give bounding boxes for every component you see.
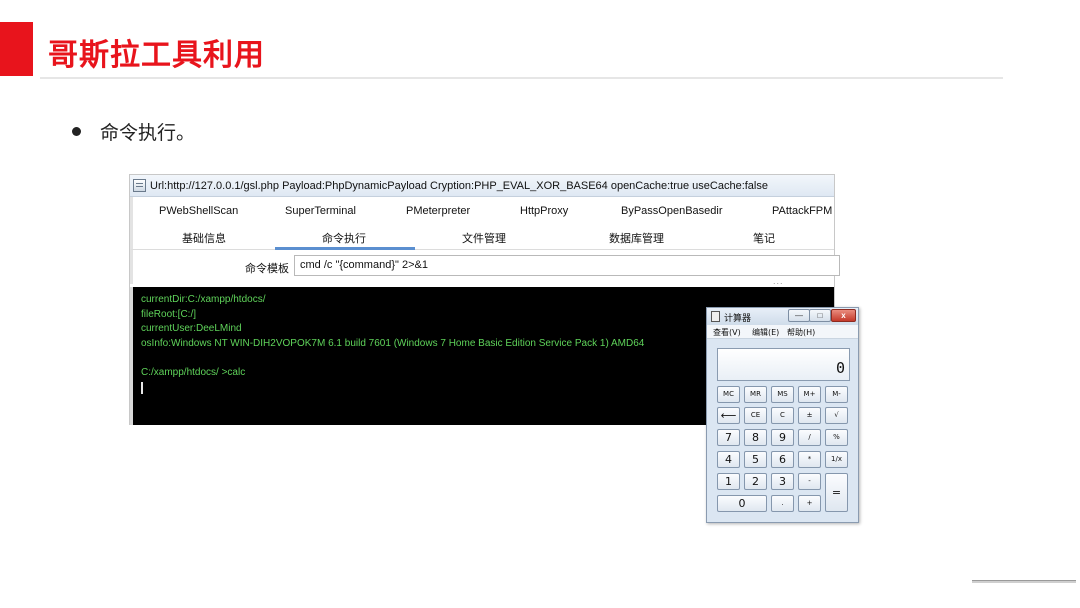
tab-basic-info[interactable]: 基础信息 bbox=[182, 230, 226, 246]
reciprocal-button[interactable]: 1/x bbox=[825, 451, 848, 468]
title-divider bbox=[40, 77, 1003, 79]
mc-button[interactable]: MC bbox=[717, 386, 740, 403]
calculator-menubar: 查看(V) 编辑(E) 帮助(H) bbox=[707, 325, 858, 339]
tab-httpproxy[interactable]: HttpProxy bbox=[520, 205, 568, 217]
ms-button[interactable]: MS bbox=[771, 386, 794, 403]
command-template-row: 命令模板 cmd /c "{command}" 2>&1 ... bbox=[130, 250, 840, 286]
slide-title: 哥斯拉工具利用 bbox=[48, 38, 265, 73]
minimize-button[interactable]: — bbox=[788, 309, 810, 322]
tab-file-manager[interactable]: 文件管理 bbox=[462, 230, 506, 246]
equals-button[interactable]: = bbox=[825, 473, 848, 512]
digit-2-button[interactable]: 2 bbox=[744, 473, 767, 490]
bullet-dot-icon bbox=[72, 127, 81, 136]
plugin-tab-bar: PWebShellScan SuperTerminal PMeterpreter… bbox=[130, 197, 834, 224]
digit-6-button[interactable]: 6 bbox=[771, 451, 794, 468]
digit-4-button[interactable]: 4 bbox=[717, 451, 740, 468]
terminal-line-current-dir: currentDir:C:/xampp/htdocs/ bbox=[141, 294, 266, 305]
menu-edit[interactable]: 编辑(E) bbox=[752, 327, 779, 338]
tab-command-exec[interactable]: 命令执行 bbox=[322, 230, 366, 246]
terminal-cursor bbox=[141, 382, 143, 394]
calculator-display: 0 bbox=[717, 348, 850, 381]
command-template-label: 命令模板 bbox=[245, 262, 289, 275]
ce-button[interactable]: CE bbox=[744, 407, 767, 424]
tool-window-title: Url:http://127.0.0.1/gsl.php Payload:Php… bbox=[150, 179, 768, 192]
window-app-icon bbox=[133, 179, 146, 192]
tab-pattackfpm[interactable]: PAttackFPM bbox=[772, 205, 832, 217]
calculator-title: 计算器 bbox=[724, 314, 752, 324]
backspace-button[interactable]: ⟵ bbox=[717, 407, 740, 424]
digit-1-button[interactable]: 1 bbox=[717, 473, 740, 490]
tab-pwebshellscan[interactable]: PWebShellScan bbox=[159, 205, 238, 217]
sign-button[interactable]: ± bbox=[798, 407, 821, 424]
more-indicator[interactable]: ... bbox=[773, 276, 784, 286]
decimal-button[interactable]: . bbox=[771, 495, 794, 512]
tab-bypassopenbasedir[interactable]: ByPassOpenBasedir bbox=[621, 205, 723, 217]
calculator-titlebar[interactable]: 计算器 — □ x bbox=[707, 308, 858, 325]
calculator-window: 计算器 — □ x 查看(V) 编辑(E) 帮助(H) 0 MC MR MS M… bbox=[706, 307, 859, 523]
multiply-button[interactable]: * bbox=[798, 451, 821, 468]
mr-button[interactable]: MR bbox=[744, 386, 767, 403]
m-plus-button[interactable]: M+ bbox=[798, 386, 821, 403]
digit-0-button[interactable]: 0 bbox=[717, 495, 767, 512]
bullet-item: 命令执行。 bbox=[72, 118, 195, 145]
menu-help[interactable]: 帮助(H) bbox=[787, 327, 815, 338]
percent-button[interactable]: % bbox=[825, 429, 848, 446]
tab-pmeterpreter[interactable]: PMeterpreter bbox=[406, 205, 470, 217]
digit-8-button[interactable]: 8 bbox=[744, 429, 767, 446]
minus-button[interactable]: - bbox=[798, 473, 821, 490]
menu-view[interactable]: 查看(V) bbox=[713, 327, 741, 338]
close-button[interactable]: x bbox=[831, 309, 856, 322]
digit-5-button[interactable]: 5 bbox=[744, 451, 767, 468]
plus-button[interactable]: + bbox=[798, 495, 821, 512]
calculator-app-icon bbox=[711, 311, 720, 322]
sqrt-button[interactable]: √ bbox=[825, 407, 848, 424]
bullet-text: 命令执行。 bbox=[100, 122, 196, 144]
tab-notes[interactable]: 笔记 bbox=[753, 230, 775, 246]
divide-button[interactable]: / bbox=[798, 429, 821, 446]
m-minus-button[interactable]: M- bbox=[825, 386, 848, 403]
tool-titlebar[interactable]: Url:http://127.0.0.1/gsl.php Payload:Php… bbox=[130, 175, 834, 197]
tab-database-manager[interactable]: 数据库管理 bbox=[609, 230, 664, 246]
command-template-input[interactable]: cmd /c "{command}" 2>&1 bbox=[294, 255, 840, 276]
c-button[interactable]: C bbox=[771, 407, 794, 424]
digit-9-button[interactable]: 9 bbox=[771, 429, 794, 446]
footer-line bbox=[972, 580, 1076, 583]
calculator-display-value: 0 bbox=[835, 359, 845, 377]
maximize-button[interactable]: □ bbox=[809, 309, 831, 322]
main-tab-bar: 基础信息 命令执行 文件管理 数据库管理 笔记 bbox=[130, 224, 834, 250]
digit-7-button[interactable]: 7 bbox=[717, 429, 740, 446]
tab-superterminal[interactable]: SuperTerminal bbox=[285, 205, 356, 217]
title-accent-bar bbox=[0, 22, 33, 76]
digit-3-button[interactable]: 3 bbox=[771, 473, 794, 490]
